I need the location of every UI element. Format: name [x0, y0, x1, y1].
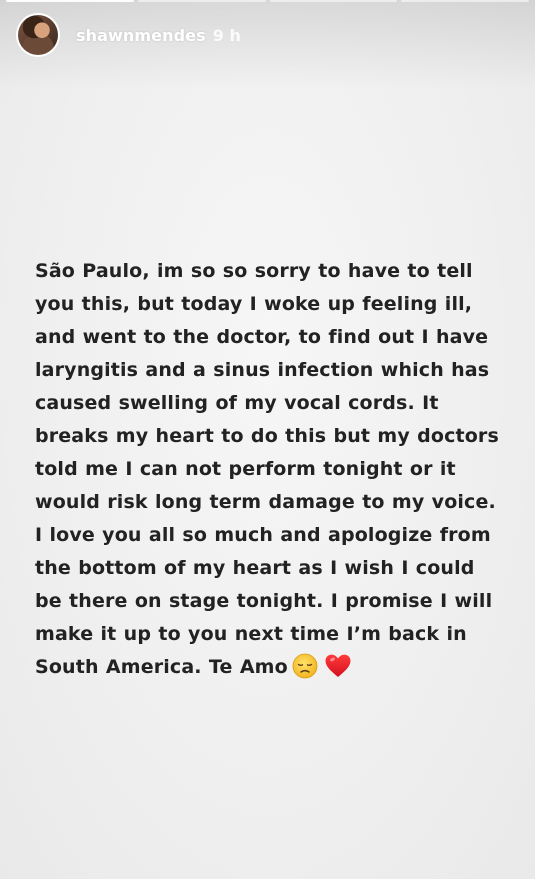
text-line: you this, but today I woke up feeling il… [35, 293, 473, 315]
text-line: the bottom of my heart as I wish I could [35, 557, 475, 579]
story-header: shawnmendes 9 h [16, 13, 241, 57]
text-line: South America. Te Amo [35, 656, 288, 678]
story-view[interactable]: shawnmendes 9 h São Paulo, im so so sorr… [0, 0, 535, 879]
text-line: I love you all so much and apologize fro… [35, 524, 491, 546]
progress-segment [401, 0, 529, 2]
text-line: would risk long term damage to my voice. [35, 491, 496, 513]
text-line: be there on stage tonight. I promise I w… [35, 590, 493, 612]
text-line: breaks my heart to do this but my doctor… [35, 425, 499, 447]
progress-segment [137, 0, 266, 2]
red-heart-icon [324, 653, 352, 690]
text-line: told me I can not perform tonight or it [35, 458, 456, 480]
username[interactable]: shawnmendes [76, 26, 206, 45]
text-line: laryngitis and a sinus infection which h… [35, 359, 490, 381]
text-line: caused swelling of my vocal cords. It [35, 392, 439, 414]
story-text: São Paulo, im so so sorry to have to tel… [35, 255, 515, 690]
progress-segment [269, 0, 398, 2]
text-line: and went to the doctor, to find out I ha… [35, 326, 489, 348]
text-line: make it up to you next time I’m back in [35, 623, 467, 645]
avatar-image [18, 15, 58, 55]
story-progress-bar [6, 0, 529, 3]
avatar[interactable] [16, 13, 60, 57]
text-line-last: South America. Te Amo [35, 651, 515, 690]
text-line: São Paulo, im so so sorry to have to tel… [35, 260, 473, 282]
disappointed-face-icon [292, 653, 318, 690]
post-time: 9 h [212, 25, 241, 45]
progress-segment [6, 0, 134, 2]
